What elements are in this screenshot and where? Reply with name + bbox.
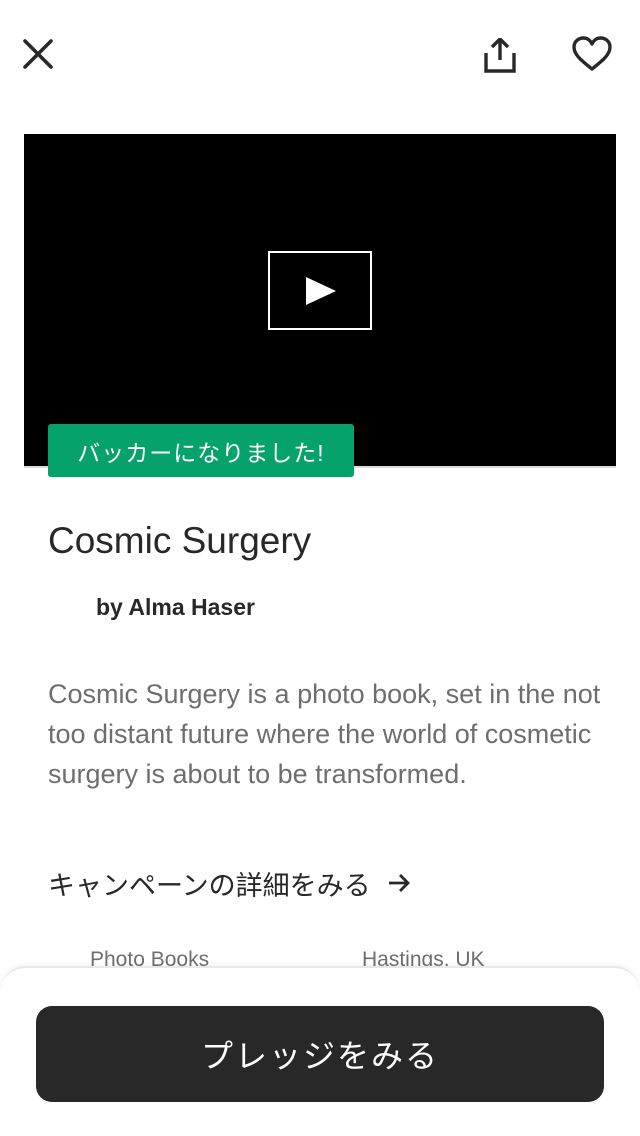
play-button[interactable] [268, 251, 372, 330]
top-bar [0, 0, 640, 110]
play-icon [306, 276, 336, 305]
share-button[interactable] [476, 30, 524, 82]
arrow-right-icon [387, 873, 411, 893]
footer-bar: プレッジをみる [0, 966, 640, 1136]
project-title: Cosmic Surgery [48, 520, 312, 561]
video-player[interactable] [24, 134, 616, 466]
heart-icon [572, 36, 612, 71]
share-icon [484, 38, 516, 73]
close-icon [23, 39, 53, 69]
project-description: Cosmic Surgery is a photo book, set in t… [48, 679, 601, 789]
close-button[interactable] [14, 30, 62, 78]
backer-badge: バッカーになりました! [48, 424, 354, 477]
view-pledges-button[interactable]: プレッジをみる [36, 1006, 604, 1102]
campaign-details-link[interactable]: キャンペーンの詳細をみる [48, 864, 411, 902]
creator-name[interactable]: by Alma Haser [96, 594, 255, 621]
campaign-details-label: キャンペーンの詳細をみる [48, 870, 371, 901]
favorite-button[interactable] [568, 30, 616, 78]
